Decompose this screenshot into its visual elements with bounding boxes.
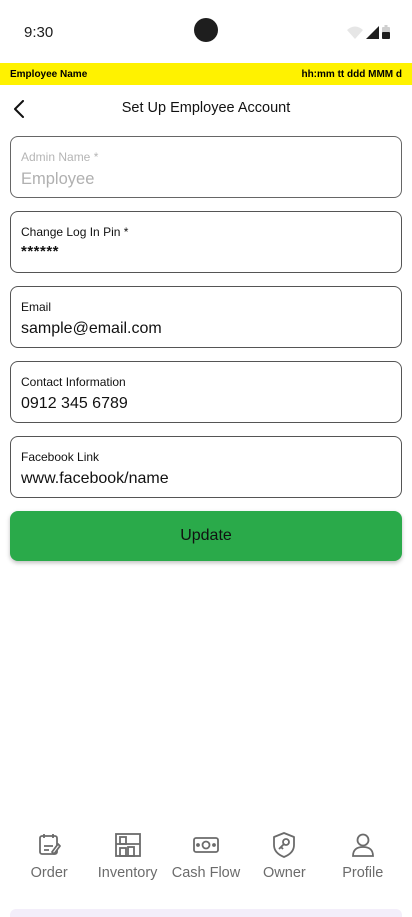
pin-field[interactable]: Change Log In Pin * ******	[10, 211, 402, 273]
nav-label-cash-flow: Cash Flow	[171, 865, 241, 881]
nav-item-order[interactable]: Order	[10, 826, 88, 886]
camera-cutout	[194, 18, 218, 42]
wifi-icon	[347, 26, 363, 39]
nav-item-owner[interactable]: Owner	[245, 826, 323, 886]
update-button[interactable]: Update	[10, 511, 402, 561]
nav-label-inventory: Inventory	[97, 865, 158, 881]
status-time: 9:30	[24, 24, 54, 41]
profile-icon	[349, 831, 377, 859]
header: Set Up Employee Account	[0, 92, 412, 126]
pin-value: ******	[21, 243, 60, 260]
employee-name: Employee Name	[10, 68, 88, 80]
nav-item-profile[interactable]: Profile	[324, 826, 402, 886]
nav-label-order: Order	[30, 865, 68, 881]
page-title: Set Up Employee Account	[121, 100, 291, 116]
nav-label-owner: Owner	[263, 865, 306, 881]
order-icon	[35, 831, 63, 859]
contact-label: Contact Information	[21, 375, 126, 389]
status-icons	[347, 25, 390, 39]
admin-name-field[interactable]: Admin Name * Employee	[10, 136, 402, 198]
signal-icon	[366, 26, 379, 39]
status-bar: 9:30	[0, 0, 412, 62]
cash-flow-icon	[192, 831, 220, 859]
pin-label: Change Log In Pin *	[21, 225, 129, 239]
facebook-value: www.facebook/name	[21, 470, 169, 487]
contact-field[interactable]: Contact Information 0912 345 6789	[10, 361, 402, 423]
nav-item-cash-flow[interactable]: Cash Flow	[167, 826, 245, 886]
admin-name-label: Admin Name *	[21, 150, 99, 164]
contact-value: 0912 345 6789	[21, 395, 128, 412]
datetime-label: hh:mm tt ddd MMM d	[301, 68, 402, 80]
nav-item-inventory[interactable]: Inventory	[88, 826, 166, 886]
facebook-field[interactable]: Facebook Link www.facebook/name	[10, 436, 402, 498]
info-bar: Employee Name hh:mm tt ddd MMM d	[0, 63, 412, 85]
email-label: Email	[21, 300, 52, 314]
nav-label-profile: Profile	[342, 865, 384, 881]
admin-name-value: Employee	[21, 170, 95, 188]
facebook-label: Facebook Link	[21, 450, 100, 464]
inventory-icon	[114, 831, 142, 859]
email-field[interactable]: Email sample@email.com	[10, 286, 402, 348]
email-value: sample@email.com	[21, 320, 162, 337]
battery-icon	[382, 25, 390, 39]
bottom-nav: Order Inventory Cash Flow Owner Profile	[0, 826, 412, 886]
gesture-bar	[10, 909, 402, 917]
owner-icon	[270, 831, 298, 859]
